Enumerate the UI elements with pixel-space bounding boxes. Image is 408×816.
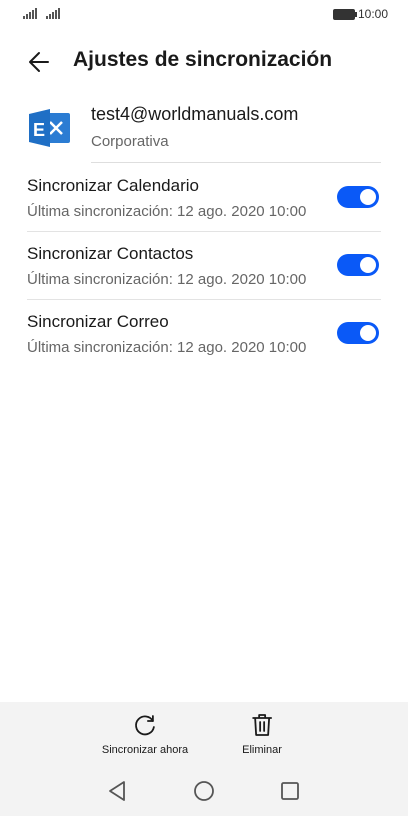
signal-icon — [23, 8, 37, 19]
sync-item-title: Sincronizar Correo — [27, 312, 169, 331]
account-card: E test4@worldmanuals.com Corporativa — [0, 96, 408, 163]
sync-icon — [135, 715, 155, 736]
divider — [91, 162, 381, 163]
battery-icon — [333, 9, 357, 20]
exchange-icon: E — [29, 109, 70, 147]
sync-item-title: Sincronizar Calendario — [27, 176, 199, 195]
contacts-sync-toggle[interactable] — [337, 254, 379, 276]
calendar-sync-toggle[interactable] — [337, 186, 379, 208]
toggle-knob — [360, 189, 376, 205]
sync-item-calendar[interactable]: Sincronizar Calendario Última sincroniza… — [0, 164, 408, 232]
sync-item-title: Sincronizar Contactos — [27, 244, 194, 263]
account-type: Corporativa — [91, 133, 169, 150]
sync-item-last-sync: Última sincronización: 12 ago. 2020 10:0… — [27, 203, 307, 220]
nav-recents-icon[interactable] — [277, 778, 303, 804]
nav-back-icon[interactable] — [104, 778, 130, 804]
delete-label: Eliminar — [242, 744, 282, 756]
header: Ajustes de sincronización — [0, 40, 408, 84]
sync-item-last-sync: Última sincronización: 12 ago. 2020 10:0… — [27, 271, 307, 288]
bottom-action-bar: Sincronizar ahora Eliminar — [0, 702, 408, 816]
sync-now-label: Sincronizar ahora — [101, 744, 189, 756]
svg-text:E: E — [33, 120, 45, 140]
sync-now-button[interactable]: Sincronizar ahora — [102, 712, 188, 756]
mail-sync-toggle[interactable] — [337, 322, 379, 344]
back-arrow-icon[interactable] — [26, 48, 54, 76]
clock: 10:00 — [358, 7, 389, 21]
sync-item-mail[interactable]: Sincronizar Correo Última sincronización… — [0, 300, 408, 368]
nav-home-icon[interactable] — [191, 778, 217, 804]
page-title: Ajustes de sincronización — [73, 48, 333, 71]
account-email: test4@worldmanuals.com — [91, 104, 299, 124]
trash-icon — [252, 714, 272, 736]
sync-item-contacts[interactable]: Sincronizar Contactos Última sincronizac… — [0, 232, 408, 300]
delete-button[interactable]: Eliminar — [242, 712, 282, 756]
status-bar: 10:00 — [0, 0, 408, 28]
sync-settings-list: Sincronizar Calendario Última sincroniza… — [0, 164, 408, 368]
signal-icon-2 — [46, 8, 60, 19]
toggle-knob — [360, 257, 376, 273]
toggle-knob — [360, 325, 376, 341]
sync-item-last-sync: Última sincronización: 12 ago. 2020 10:0… — [27, 339, 307, 356]
